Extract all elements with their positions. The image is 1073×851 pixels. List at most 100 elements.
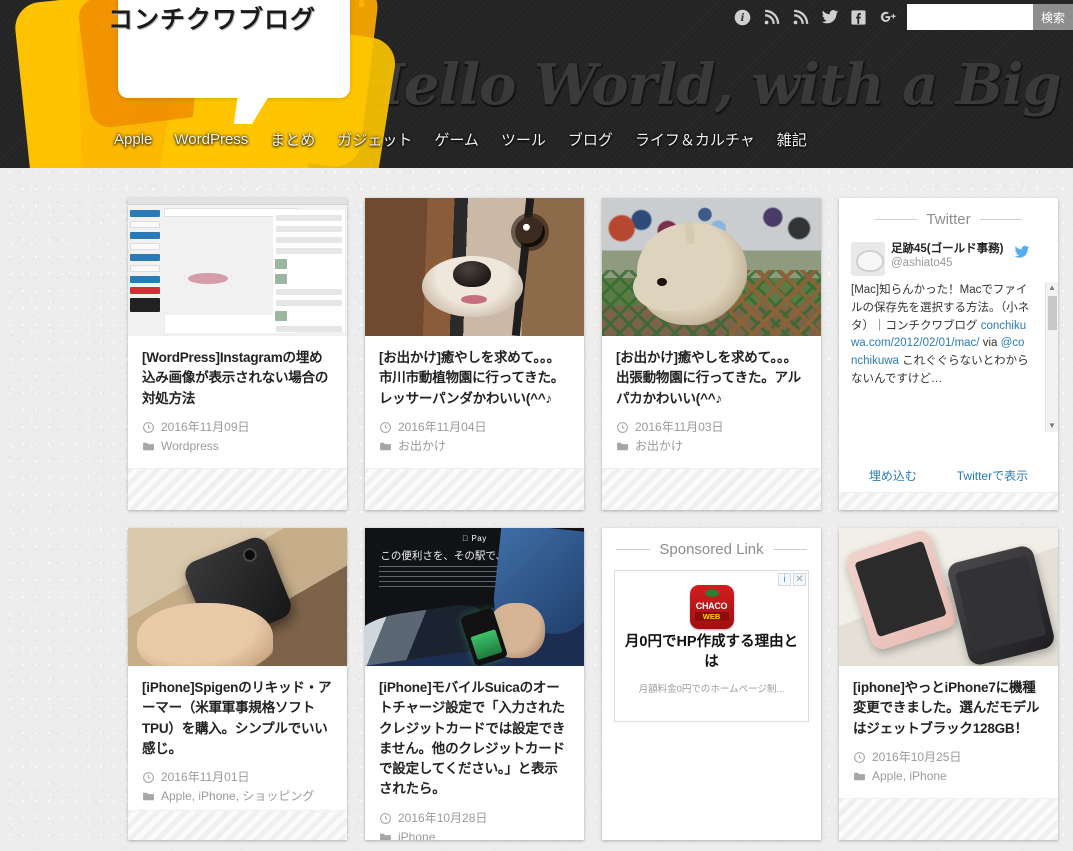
site-tagline: Hello World, with a Big Smile:) [352,52,1073,118]
post-categories[interactable]: お出かけ [635,437,683,456]
clock-icon [379,812,392,825]
ad-logo-line2: WEB [694,612,729,621]
post-card[interactable]: [iPhone]Spigenのリキッド・アーマー（米軍軍事規格ソフト TPU）を… [128,528,347,840]
logo-text: コンチクワブログ [107,5,316,34]
post-thumbnail[interactable] [128,528,347,666]
post-title[interactable]: [お出かけ]癒やしを求めて。。。市川市動植物園に行ってきた。レッサーパンダかわい… [379,348,570,409]
post-categories[interactable]: Apple, iPhone [872,767,947,786]
post-card[interactable]: [WordPress]Instagramの埋め込み画像が表示されない場合の対処方… [128,198,347,510]
feedly-icon[interactable] [791,8,810,27]
post-date: 2016年11月09日 [161,419,250,434]
sponsored-widget-title: Sponsored Link [659,541,764,558]
search-form: 検索 [907,4,1073,30]
ad-badges: i ✕ [778,573,806,586]
post-date-row: 2016年10月25日 [853,748,1044,767]
post-body: [お出かけ]癒やしを求めて。。。市川市動植物園に行ってきた。レッサーパンダかわい… [365,336,584,468]
clock-icon [142,771,155,784]
nav-item-blog[interactable]: ブログ [568,129,613,150]
tweet-via: via [979,337,1001,350]
post-title[interactable]: [iPhone]モバイルSuicaのオートチャージ設定で「入力されたクレジットカ… [379,678,570,800]
post-thumbnail[interactable] [839,528,1058,666]
post-card-footer [128,468,347,510]
widget-footer [839,492,1058,510]
post-card-footer [839,798,1058,840]
post-meta: 2016年11月03日 お出かけ [616,418,807,456]
post-date: 2016年10月28日 [398,810,488,825]
nav-item-game[interactable]: ゲーム [434,129,479,150]
post-thumbnail[interactable] [128,198,347,336]
post-card-footer [602,468,821,510]
timeline-scrollbar[interactable]: ▲ ▼ [1045,282,1058,432]
post-title[interactable]: [iphone]やっとiPhone7に機種変更できました。選んだモデルはジェット… [853,678,1044,739]
post-thumbnail[interactable] [365,198,584,336]
two-iphones-photo-image [839,528,1058,666]
post-category-row: お出かけ [379,437,570,456]
tomato-leaf-shape [704,589,719,597]
rss-icon[interactable] [762,8,781,27]
post-title[interactable]: [お出かけ]癒やしを求めて。。。出張動物園に行ってきた。アルパカかわいい(^^♪ [616,348,807,409]
folder-icon [853,770,866,783]
folder-icon [616,440,629,453]
post-categories[interactable]: お出かけ [398,437,446,456]
tweet-account-name: 足跡45(ゴールド事務) [891,243,1004,255]
nav-item-matome[interactable]: まとめ [270,129,315,150]
post-meta: 2016年10月28日 iPhone [379,809,570,840]
post-body: [iPhone]モバイルSuicaのオートチャージ設定で「入力されたクレジットカ… [365,666,584,840]
apple-pay-photo-image:  Pay この便利さを、その駅で、あのお店で。 [365,528,584,666]
post-categories[interactable]: Apple, iPhone, ショッピング [161,787,314,806]
scrollbar-thumb[interactable] [1048,296,1057,330]
post-card-footer [128,810,347,840]
post-title[interactable]: [iPhone]Spigenのリキッド・アーマー（米軍軍事規格ソフト TPU）を… [142,678,333,759]
clock-icon [616,421,629,434]
tweet-handle[interactable]: @ashiato45 [891,257,1028,269]
info-icon[interactable]: i [733,8,752,27]
nav-item-life[interactable]: ライフ＆カルチャ [635,129,755,150]
red-panda-photo-image [365,198,584,336]
post-card-footer [365,468,584,510]
scroll-up-icon[interactable]: ▲ [1048,282,1056,294]
embed-link[interactable]: 埋め込む [869,467,917,484]
ad-unit[interactable]: i ✕ CHACO WEB 月0円でHP作成する理由とは 月額料金0円でのホーム… [614,570,809,722]
post-categories[interactable]: iPhone [398,828,435,840]
folder-icon [142,440,155,453]
divider-right [979,219,1022,220]
ad-close-icon[interactable]: ✕ [793,573,806,586]
post-title[interactable]: [WordPress]Instagramの埋め込み画像が表示されない場合の対処方… [142,348,333,409]
view-on-twitter-link[interactable]: Twitterで表示 [957,467,1028,484]
ad-info-icon[interactable]: i [778,573,791,586]
post-date-row: 2016年11月09日 [142,418,333,437]
nav-item-gadget[interactable]: ガジェット [337,129,412,150]
tweet-author: 足跡45(ゴールド事務) @ashiato45 [891,240,1028,269]
post-date: 2016年11月01日 [161,770,250,784]
clock-icon [379,421,392,434]
post-thumbnail[interactable] [602,198,821,336]
post-thumbnail[interactable]:  Pay この便利さを、その駅で、あのお店で。 [365,528,584,666]
twitter-timeline: 足跡45(ゴールド事務) @ashiato45 [Mac]知らんかった！Macで… [839,236,1058,461]
post-meta: 2016年11月01日 Apple, iPhone, ショッピング [142,768,333,806]
nav-item-wordpress[interactable]: WordPress [174,131,248,148]
twitter-icon[interactable] [820,8,839,27]
scroll-down-icon[interactable]: ▼ [1048,420,1056,432]
post-category-row: Apple, iPhone [853,767,1044,786]
site-header: Hello World, with a Big Smile:) コンチクワブログ… [0,0,1073,168]
post-card[interactable]:  Pay この便利さを、その駅で、あのお店で。 [iPhone]モバイルSui… [365,528,584,840]
main-navigation: Apple WordPress まとめ ガジェット ゲーム ツール ブログ ライ… [114,129,807,150]
avatar [851,242,885,276]
nav-item-tool[interactable]: ツール [501,129,546,150]
search-button[interactable]: 検索 [1033,4,1073,30]
post-date: 2016年11月04日 [398,419,487,434]
nav-item-apple[interactable]: Apple [114,131,152,148]
search-input[interactable] [907,4,1033,30]
post-date-row: 2016年11月03日 [616,418,807,437]
post-card[interactable]: [お出かけ]癒やしを求めて。。。市川市動植物園に行ってきた。レッサーパンダかわい… [365,198,584,510]
post-card[interactable]: [お出かけ]癒やしを求めて。。。出張動物園に行ってきた。アルパカかわいい(^^♪… [602,198,821,510]
googleplus-icon[interactable] [878,8,897,27]
header-tools: i 検索 [733,4,1073,30]
post-card[interactable]: [iphone]やっとiPhone7に機種変更できました。選んだモデルはジェット… [839,528,1058,840]
ad-headline[interactable]: 月0円でHP作成する理由とは [623,633,800,672]
folder-icon [379,831,392,840]
post-meta: 2016年11月09日 Wordpress [142,418,333,456]
nav-item-zakki[interactable]: 雑記 [777,129,807,150]
post-categories[interactable]: Wordpress [161,437,219,456]
facebook-icon[interactable] [849,8,868,27]
